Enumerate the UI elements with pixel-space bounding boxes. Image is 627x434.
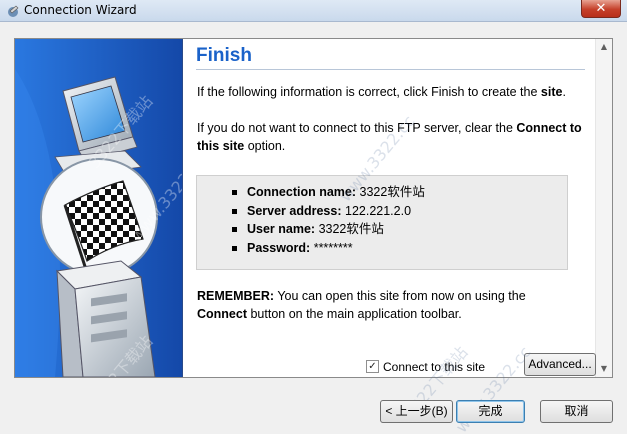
title-bar[interactable]: Connection Wizard ✕	[0, 0, 627, 22]
summary-item-password: Password: ********	[232, 239, 425, 258]
summary-value: 3322软件站	[359, 185, 425, 199]
wizard-page-content: Finish If the following information is c…	[184, 39, 612, 377]
connection-summary-list: Connection name: 3322软件站 Server address:…	[232, 183, 425, 257]
heading-divider	[196, 69, 585, 70]
intro-text-part: .	[562, 85, 566, 99]
computer-tower-icon	[55, 260, 156, 377]
intro-text: If the following information is correct,…	[197, 83, 592, 101]
summary-item-user-name: User name: 3322软件站	[232, 220, 425, 239]
hint-text-part: If you do not want to connect to this FT…	[197, 121, 517, 135]
intro-text-bold: site	[540, 85, 563, 99]
summary-label: User name:	[247, 222, 316, 236]
summary-value: 122.221.2.0	[345, 203, 412, 218]
intro-text-part: If the following information is correct,…	[197, 85, 541, 99]
summary-label: Connection name:	[247, 185, 357, 199]
scroll-up-arrow-icon[interactable]: ▲	[596, 39, 612, 55]
remember-text-bold: Connect	[197, 307, 247, 321]
remember-text-part: button on the main application toolbar.	[247, 307, 462, 321]
ftp-app-icon	[6, 3, 22, 19]
back-button[interactable]: < 上一步(B)	[380, 400, 453, 423]
wizard-finish-flag-illustration: 3322下载站 www.3322.cc 3322下载站	[15, 39, 183, 377]
remember-text-part: You can open this site from now on using…	[274, 289, 526, 303]
summary-label: Server address:	[247, 203, 342, 218]
hint-text-part: option.	[244, 139, 286, 153]
page-title: Finish	[196, 45, 252, 66]
summary-value: 3322软件站	[318, 222, 384, 236]
connect-to-site-checkbox[interactable]: ✓	[366, 360, 379, 373]
wizard-content-panel: 3322下载站 www.3322.cc 3322下载站 Finish If th…	[14, 38, 613, 378]
vertical-scrollbar[interactable]: ▲ ▼	[595, 39, 612, 377]
advanced-button[interactable]: Advanced...	[524, 353, 596, 376]
connect-hint-text: If you do not want to connect to this FT…	[197, 119, 592, 155]
window-title: Connection Wizard	[24, 3, 137, 17]
scroll-down-arrow-icon[interactable]: ▼	[596, 361, 612, 377]
cancel-button[interactable]: 取消	[540, 400, 613, 423]
summary-item-connection-name: Connection name: 3322软件站	[232, 183, 425, 202]
remember-label: REMEMBER:	[197, 289, 275, 303]
close-button[interactable]: ✕	[581, 0, 621, 18]
summary-label: Password:	[247, 240, 311, 255]
connect-to-site-label[interactable]: Connect to this site	[383, 360, 485, 374]
summary-item-server-address: Server address: 122.221.2.0	[232, 202, 425, 221]
summary-value: ********	[313, 240, 353, 255]
finish-button[interactable]: 完成	[456, 400, 525, 423]
connection-summary-box: Connection name: 3322软件站 Server address:…	[196, 175, 568, 270]
remember-note: REMEMBER: You can open this site from no…	[197, 287, 592, 323]
